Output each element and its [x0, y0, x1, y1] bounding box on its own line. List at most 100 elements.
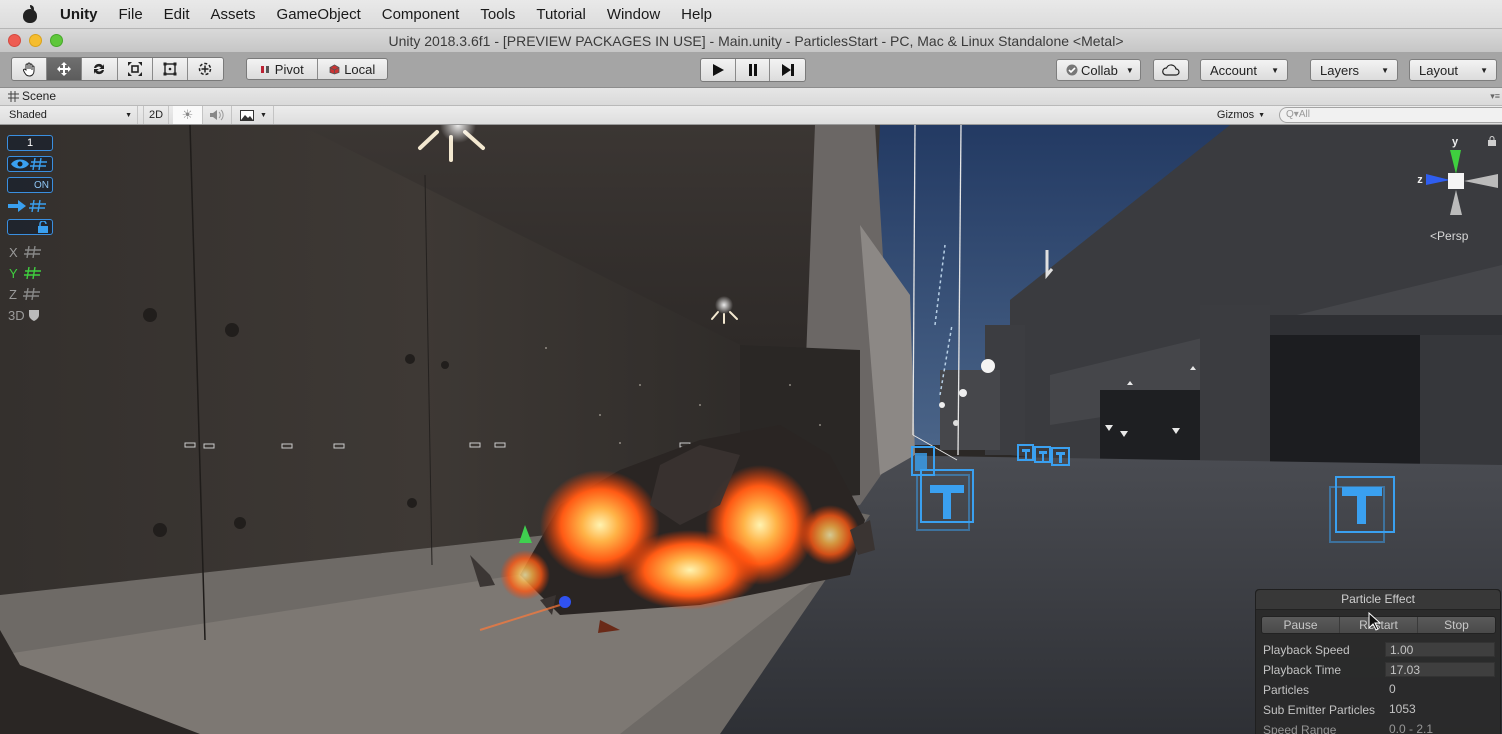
layout-label: Layout: [1419, 62, 1459, 78]
layers-dropdown[interactable]: Layers ▼: [1310, 59, 1398, 81]
layers-label: Layers: [1320, 62, 1360, 78]
snap-toggle[interactable]: [7, 198, 53, 214]
step-icon: [781, 64, 794, 76]
chevron-down-icon: ▼: [260, 111, 267, 119]
draw-mode-dropdown[interactable]: Shaded ▼: [0, 106, 138, 124]
scene-toolbar: Shaded ▼ 2D ☀ ▼ Gizmos ▼ Q▾All: [0, 106, 1502, 125]
window-titlebar: Unity 2018.3.6f1 - [PREVIEW PACKAGES IN …: [0, 28, 1502, 52]
minimize-window-button[interactable]: [29, 34, 42, 47]
axis-z-label: Z: [9, 286, 17, 302]
scale-icon: [127, 62, 142, 76]
macos-menubar: Unity File Edit Assets GameObject Compon…: [0, 0, 1502, 28]
menu-edit[interactable]: Edit: [164, 6, 190, 23]
play-controls: [700, 58, 806, 82]
grid-icon: [29, 200, 46, 212]
scene-search-input[interactable]: Q▾All: [1279, 107, 1502, 123]
sun-icon: ☀: [181, 107, 194, 122]
menu-help[interactable]: Help: [681, 6, 712, 23]
transform-tools: [11, 57, 224, 81]
effects-dropdown[interactable]: ▼: [234, 106, 274, 124]
scene-tab-label: Scene: [22, 89, 57, 103]
sub-emitter-particles-row: Sub Emitter Particles 1053: [1263, 701, 1495, 718]
speed-range-value: 0.0 - 2.1: [1389, 722, 1434, 734]
search-placeholder: All: [1298, 109, 1310, 120]
menu-tools[interactable]: Tools: [480, 6, 515, 23]
transform-tool-button[interactable]: [188, 58, 223, 80]
move-tool-button[interactable]: [47, 58, 83, 80]
collab-check-icon: [1066, 64, 1078, 76]
chevron-down-icon: ▼: [1271, 65, 1279, 75]
tab-scene[interactable]: Scene: [8, 89, 56, 103]
lighting-toggle[interactable]: ☀: [173, 106, 203, 124]
apple-icon[interactable]: [22, 5, 38, 23]
z-axis-cone[interactable]: [1426, 174, 1450, 185]
image-effects-icon: [240, 109, 255, 121]
zoom-window-button[interactable]: [50, 34, 63, 47]
stop-effect-button[interactable]: Stop: [1418, 617, 1495, 633]
on-toggle[interactable]: ON: [7, 177, 53, 193]
play-button[interactable]: [701, 59, 736, 81]
menu-assets[interactable]: Assets: [211, 6, 256, 23]
layout-dropdown[interactable]: Layout ▼: [1409, 59, 1497, 81]
3d-toggle[interactable]: 3D: [8, 307, 54, 323]
x-axis-cone[interactable]: [1464, 174, 1498, 188]
arrow-right-icon: [8, 200, 26, 212]
projection-toggle[interactable]: <Persp: [1430, 229, 1468, 243]
pause-button[interactable]: [736, 59, 771, 81]
gizmos-dropdown[interactable]: Gizmos ▼: [1212, 106, 1270, 124]
rect-tool-button[interactable]: [153, 58, 188, 80]
hand-icon: [23, 62, 35, 77]
move-arrows-icon: [57, 62, 72, 76]
neg-y-axis-cone[interactable]: [1450, 190, 1462, 215]
hand-tool-button[interactable]: [12, 58, 48, 80]
lock-toggle[interactable]: [7, 219, 53, 235]
gizmos-label: Gizmos: [1216, 109, 1255, 121]
menu-window[interactable]: Window: [607, 6, 660, 23]
axis-x-toggle[interactable]: X: [9, 244, 53, 260]
menu-tutorial[interactable]: Tutorial: [536, 6, 585, 23]
layer-number-badge[interactable]: 1: [7, 135, 53, 151]
2d-toggle[interactable]: 2D: [143, 106, 169, 124]
step-button[interactable]: [770, 59, 805, 81]
gizmo-center-cube[interactable]: [1448, 173, 1464, 189]
axis-x-label: X: [9, 244, 18, 260]
local-toggle[interactable]: Local: [318, 59, 388, 79]
axis-z-toggle[interactable]: Z: [9, 286, 53, 302]
3d-label: 3D: [8, 307, 25, 323]
particle-effect-title: Particle Effect: [1256, 590, 1500, 610]
particles-value: 0: [1389, 682, 1396, 696]
speaker-icon: [210, 109, 224, 121]
menu-gameobject[interactable]: GameObject: [277, 6, 361, 23]
audio-toggle[interactable]: [203, 106, 232, 124]
playback-speed-field[interactable]: 1.00: [1385, 642, 1495, 657]
local-cube-icon: [329, 64, 340, 74]
sub-emitter-particles-value: 1053: [1389, 702, 1416, 716]
particles-row: Particles 0: [1263, 681, 1495, 698]
close-window-button[interactable]: [8, 34, 21, 47]
on-label: ON: [34, 179, 49, 191]
menu-file[interactable]: File: [119, 6, 143, 23]
account-dropdown[interactable]: Account ▼: [1200, 59, 1288, 81]
axis-y-toggle[interactable]: Y: [9, 265, 53, 281]
rotate-tool-button[interactable]: [82, 58, 118, 80]
y-axis-cone[interactable]: [1450, 150, 1461, 174]
window-controls: [8, 34, 63, 47]
cloud-button[interactable]: [1153, 59, 1189, 81]
axis-y-label: Y: [9, 265, 18, 281]
speed-range-label: Speed Range: [1263, 722, 1337, 734]
chevron-down-icon: ▼: [1125, 65, 1134, 75]
eye-icon: [11, 159, 29, 169]
unlock-icon: [38, 221, 48, 233]
shield-icon: [28, 310, 39, 321]
scale-tool-button[interactable]: [118, 58, 153, 80]
playback-time-field[interactable]: 17.03: [1385, 662, 1495, 677]
draw-mode-label: Shaded: [9, 109, 47, 121]
pivot-toggle[interactable]: Pivot: [247, 59, 318, 79]
visibility-toggle[interactable]: [7, 156, 53, 172]
tab-menu-icon[interactable]: ▾≡: [1490, 91, 1500, 102]
menu-unity[interactable]: Unity: [60, 6, 98, 23]
pause-effect-button[interactable]: Pause: [1262, 617, 1340, 633]
speed-range-row: Speed Range 0.0 - 2.1: [1263, 721, 1495, 734]
menu-component[interactable]: Component: [382, 6, 460, 23]
collab-dropdown[interactable]: Collab ▼: [1056, 59, 1141, 81]
